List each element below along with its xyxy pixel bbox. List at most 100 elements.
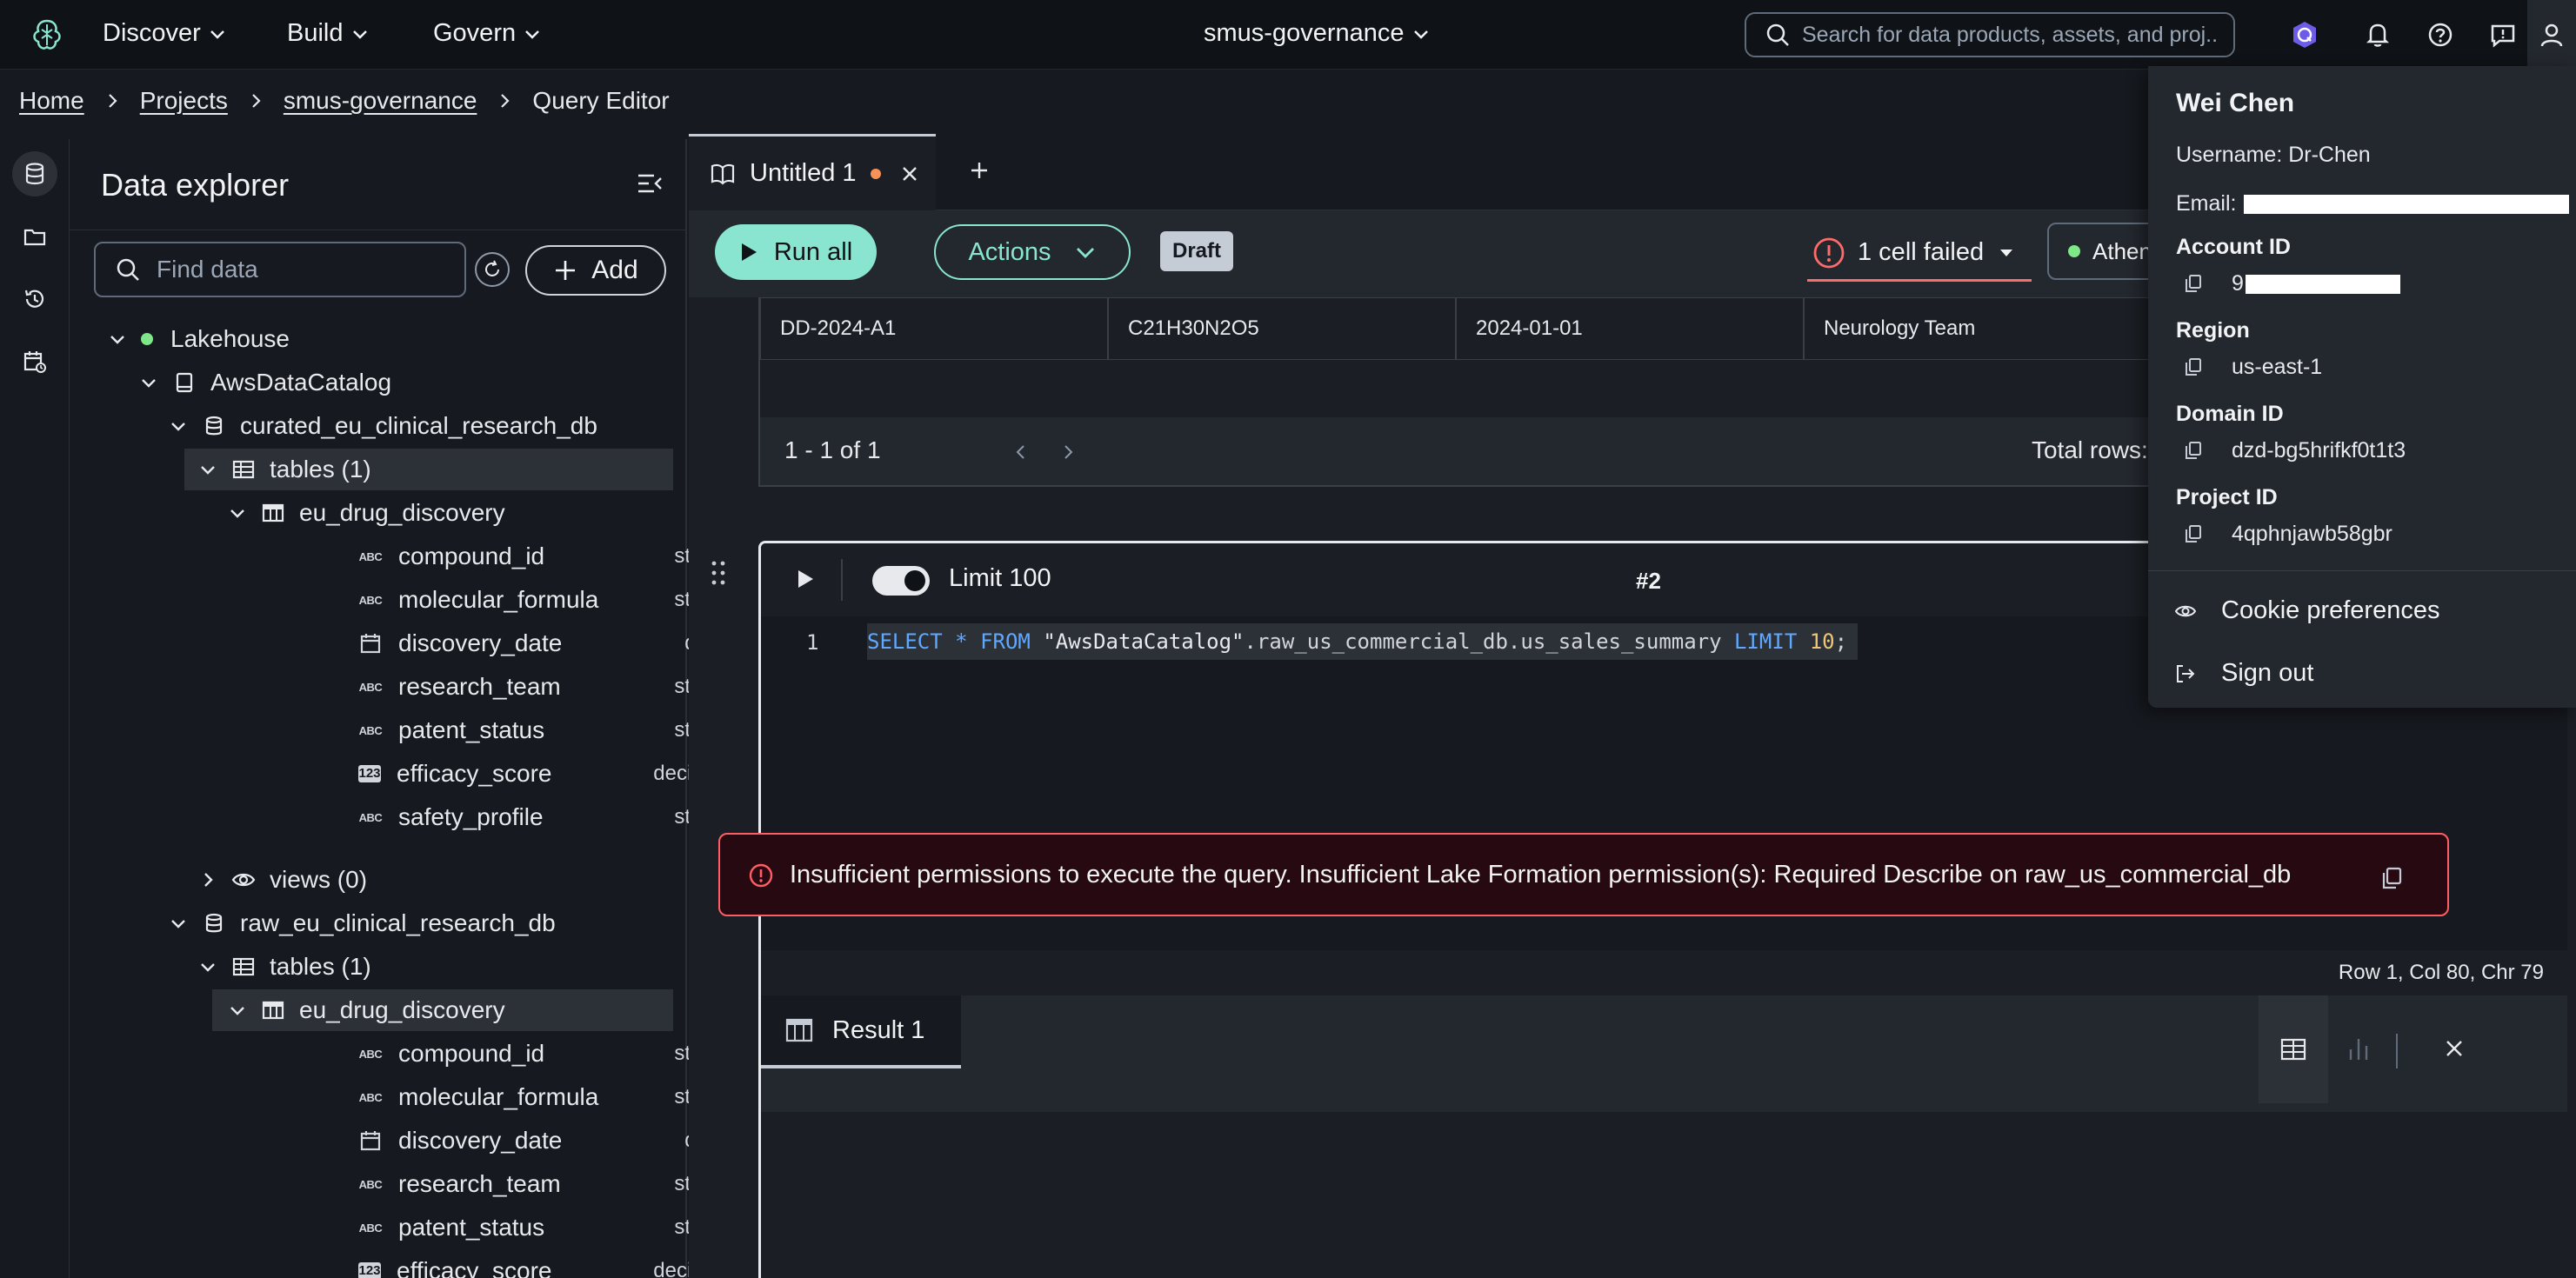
column-safety-profile[interactable]: ABCsafety_profilestring: [358, 796, 741, 838]
copy-icon[interactable]: [2183, 356, 2204, 377]
global-search-input[interactable]: [1802, 22, 2219, 48]
tree-node-database[interactable]: curated_eu_clinical_research_db: [169, 405, 597, 447]
copy-icon[interactable]: [2183, 523, 2204, 544]
chevron-down-icon: [525, 30, 539, 39]
run-all-button[interactable]: Run all: [715, 224, 877, 280]
notifications-bell-icon[interactable]: [2362, 19, 2393, 50]
tab-untitled-1[interactable]: Untitled 1: [689, 134, 936, 210]
close-icon[interactable]: [2441, 1035, 2467, 1062]
tree-node-database[interactable]: raw_eu_clinical_research_db: [169, 902, 556, 944]
user-menu-button[interactable]: [2527, 0, 2576, 70]
column-discovery-date[interactable]: discovery_datedate: [358, 622, 741, 664]
column-name: research_team: [398, 1170, 561, 1197]
add-data-button[interactable]: Add: [525, 245, 666, 296]
previous-page-icon[interactable]: [1012, 443, 1030, 461]
sagemaker-logo-icon[interactable]: [30, 17, 64, 52]
column-efficacy-score[interactable]: 123efficacy_scoredecimal: [358, 1250, 741, 1278]
find-data-box[interactable]: [94, 242, 466, 297]
column-research-team[interactable]: ABCresearch_teamstring: [358, 666, 741, 708]
chevron-down-icon: [210, 30, 224, 39]
refresh-button[interactable]: [475, 252, 510, 287]
tree-node-tables[interactable]: tables (1): [184, 449, 673, 490]
column-molecular-formula[interactable]: ABCmolecular_formulastring: [358, 1076, 741, 1118]
chart-view-bar-icon[interactable]: [2344, 1034, 2373, 1063]
sign-out-item[interactable]: Sign out: [2174, 659, 2313, 688]
discover-menu[interactable]: Discover: [103, 19, 227, 48]
cursor-position: Row 1, Col 80, Chr 79: [2338, 961, 2544, 984]
rail-files-button[interactable]: [12, 214, 57, 259]
column-efficacy-score[interactable]: 123efficacy_scoredecimal: [358, 753, 741, 795]
govern-menu[interactable]: Govern: [433, 19, 542, 48]
project-switcher[interactable]: smus-governance: [1204, 19, 1431, 48]
account-id-label: Account ID: [2176, 235, 2291, 259]
table-view-button[interactable]: [2259, 995, 2328, 1103]
new-tab-plus-icon[interactable]: [962, 153, 997, 188]
run-cell-play-icon[interactable]: [794, 568, 817, 590]
find-data-input[interactable]: [157, 256, 444, 283]
chevron-down-icon: [201, 466, 215, 475]
cookie-preferences-item[interactable]: Cookie preferences: [2174, 596, 2439, 625]
help-icon[interactable]: [2425, 19, 2456, 50]
rail-history-button[interactable]: [12, 276, 57, 322]
cell-drag-handle-icon[interactable]: [706, 558, 731, 588]
data-explorer-title: Data explorer: [101, 167, 290, 203]
sql-number: 10: [1809, 629, 1835, 654]
project-id-label: Project ID: [2176, 485, 2278, 509]
global-search-box[interactable]: [1745, 12, 2235, 57]
rail-data-button[interactable]: [12, 151, 57, 196]
amazon-q-icon[interactable]: [2289, 19, 2320, 50]
play-icon: [741, 243, 757, 261]
project-id-value: 4qphnjawb58gbr: [2232, 522, 2392, 546]
calendar-clock-icon: [23, 351, 46, 373]
actions-button[interactable]: Actions: [934, 224, 1131, 280]
feedback-icon[interactable]: [2487, 19, 2519, 50]
next-page-icon[interactable]: [1059, 443, 1077, 461]
actions-label: Actions: [968, 237, 1051, 266]
sql-code-line[interactable]: SELECT * FROM "AwsDataCatalog".raw_us_co…: [867, 623, 1859, 660]
tree-node-tables[interactable]: tables (1): [198, 946, 371, 988]
tree-node-lakehouse[interactable]: Lakehouse: [108, 318, 290, 360]
column-patent-status[interactable]: ABCpatent_statusstring: [358, 1207, 741, 1248]
breadcrumb-home[interactable]: Home: [19, 87, 84, 115]
tree-node-catalog[interactable]: AwsDataCatalog: [139, 362, 391, 403]
column-compound-id[interactable]: ABCcompound_idstring: [358, 1033, 741, 1075]
user-profile-dropdown: Wei Chen Username: Dr-Chen Email: Accoun…: [2148, 66, 2576, 708]
column-research-team[interactable]: ABCresearch_teamstring: [358, 1163, 741, 1205]
caret-down-icon: [2000, 249, 2013, 256]
tree-label: AwsDataCatalog: [210, 369, 392, 396]
cookie-preferences-label: Cookie preferences: [2221, 596, 2440, 624]
limit-toggle[interactable]: [872, 566, 930, 596]
table-cell: 2024-01-01: [1456, 297, 1804, 360]
rail-schedule-button[interactable]: [12, 339, 57, 384]
cell-failed-status[interactable]: 1 cell failed: [1807, 226, 2032, 282]
copy-icon[interactable]: [2183, 273, 2204, 294]
tree-node-table[interactable]: eu_drug_discovery: [228, 492, 505, 534]
column-compound-id[interactable]: ABCcompound_idstring: [358, 536, 741, 577]
column-discovery-date[interactable]: discovery_datedate: [358, 1120, 741, 1162]
breadcrumb-project[interactable]: smus-governance: [284, 87, 477, 115]
tree-label: eu_drug_discovery: [299, 996, 505, 1023]
column-name: safety_profile: [398, 803, 544, 830]
data-explorer-panel: Data explorer Add Lakehouse AwsDataCatal…: [70, 139, 725, 1278]
breadcrumb: Home Projects smus-governance Query Edit…: [19, 87, 670, 115]
copy-icon[interactable]: [2183, 440, 2204, 461]
tree-node-views[interactable]: views (0): [198, 859, 367, 901]
redacted-account-id: [2246, 275, 2400, 294]
close-tab-icon[interactable]: [900, 164, 919, 183]
domain-id-label: Domain ID: [2176, 402, 2284, 426]
domain-id-value: dzd-bg5hrifkf0t1t3: [2232, 438, 2406, 463]
error-alert: Insufficient permissions to execute the …: [718, 833, 2449, 916]
notebook-book-icon: [711, 163, 735, 185]
chevron-down-icon: [1413, 30, 1428, 39]
plus-icon: [556, 261, 576, 280]
column-patent-status[interactable]: ABCpatent_statusstring: [358, 709, 741, 751]
tree-node-table[interactable]: eu_drug_discovery: [212, 989, 673, 1031]
error-message: Insufficient permissions to execute the …: [790, 861, 2292, 889]
collapse-panel-icon[interactable]: [635, 169, 664, 198]
breadcrumb-projects[interactable]: Projects: [140, 87, 228, 115]
build-menu[interactable]: Build: [287, 19, 370, 48]
copy-icon[interactable]: [2379, 866, 2404, 890]
table-grid-icon: [2280, 1038, 2306, 1061]
column-molecular-formula[interactable]: ABCmolecular_formulastring: [358, 579, 741, 621]
tab-result-1[interactable]: Result 1: [761, 995, 961, 1068]
